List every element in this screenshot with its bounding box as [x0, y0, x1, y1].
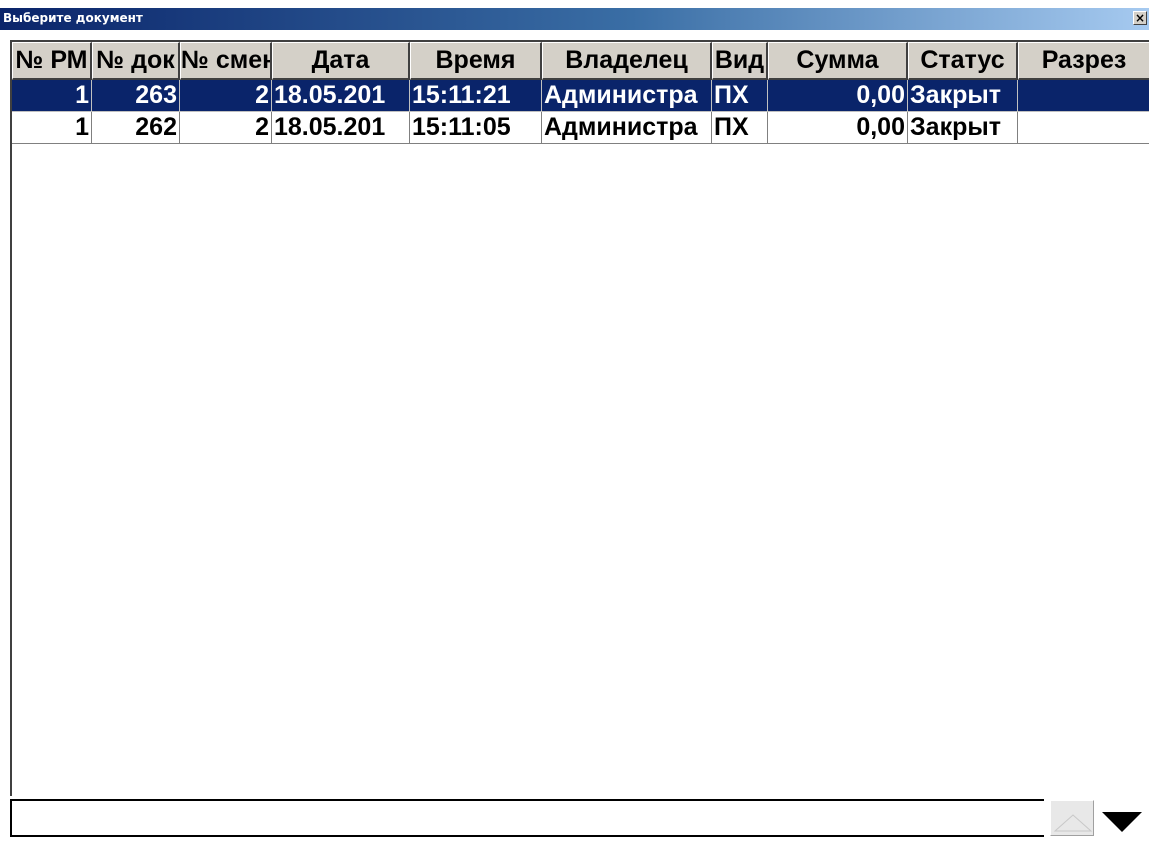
table-cell: 2	[180, 112, 272, 144]
search-input[interactable]	[10, 799, 1044, 837]
table-cell: 18.05.201	[272, 112, 410, 144]
close-button[interactable]: ×	[1133, 11, 1147, 25]
title-bar: Выберите документ ×	[0, 8, 1149, 30]
table-cell: Администра	[542, 80, 712, 112]
column-header[interactable]: № смен	[180, 42, 272, 80]
column-header[interactable]: Вид	[712, 42, 768, 80]
table-row[interactable]: 1 262 2 18.05.201 15:11:05 Администра ПХ 0,00 За…	[12, 112, 1149, 144]
table-cell: 18.05.201	[272, 80, 410, 112]
documents-grid[interactable]: № РМ № док № смен Дата Время Владелец Вид Сумма…	[10, 40, 1149, 796]
column-header[interactable]: Время	[410, 42, 542, 80]
column-header[interactable]: Статус	[908, 42, 1018, 80]
table-cell: 0,00	[768, 112, 908, 144]
table-cell: 15:11:05	[410, 112, 542, 144]
table-cell: 15:11:21	[410, 80, 542, 112]
table-cell	[1018, 80, 1149, 112]
window-title: Выберите документ	[3, 11, 143, 25]
column-header[interactable]: Дата	[272, 42, 410, 80]
table-cell	[1018, 112, 1149, 144]
triangle-down-icon	[1102, 812, 1142, 832]
table-cell: 1	[12, 112, 92, 144]
table-cell: Закрыт	[908, 80, 1018, 112]
scroll-up-button[interactable]	[1050, 800, 1094, 836]
table-cell: 1	[12, 80, 92, 112]
table-cell: 262	[92, 112, 180, 144]
table-row[interactable]: 1 263 2 18.05.201 15:11:21 Администра ПХ 0,00 За…	[12, 80, 1149, 112]
table-cell: ПХ	[712, 80, 768, 112]
table-cell: ПХ	[712, 112, 768, 144]
table-cell: 0,00	[768, 80, 908, 112]
column-header[interactable]: № док	[92, 42, 180, 80]
column-header[interactable]: Сумма	[768, 42, 908, 80]
bottom-bar	[10, 796, 1149, 838]
table-cell: Администра	[542, 112, 712, 144]
table-cell: Закрыт	[908, 112, 1018, 144]
table-cell: 2	[180, 80, 272, 112]
column-header[interactable]: № РМ	[12, 42, 92, 80]
table-cell: 263	[92, 80, 180, 112]
triangle-up-icon	[1053, 814, 1093, 832]
scroll-down-button[interactable]	[1096, 800, 1148, 836]
grid-header: № РМ № док № смен Дата Время Владелец Вид Сумма…	[12, 42, 1149, 80]
column-header[interactable]: Разрез	[1018, 42, 1149, 80]
column-header[interactable]: Владелец	[542, 42, 712, 80]
